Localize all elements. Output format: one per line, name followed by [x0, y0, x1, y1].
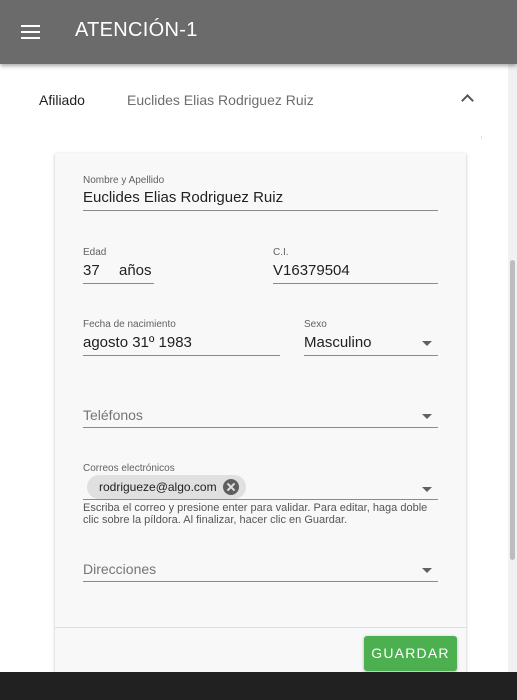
edad-underline	[83, 283, 154, 284]
sexo-value: Masculino	[304, 334, 372, 351]
main-content: Afiliado Euclides Elias Rodriguez Ruiz N…	[0, 64, 517, 672]
cancel-icon[interactable]	[223, 479, 239, 495]
sexo-underline	[304, 355, 438, 356]
arrow-drop-down-icon[interactable]	[422, 414, 432, 419]
divider	[481, 136, 482, 139]
telefonos-select[interactable]: Teléfonos	[83, 405, 438, 428]
afiliado-form-card: Nombre y Apellido Euclides Elias Rodrigu…	[55, 153, 466, 672]
arrow-drop-down-icon[interactable]	[422, 568, 432, 573]
nombre-underline	[83, 210, 438, 211]
direcciones-placeholder: Direcciones	[83, 561, 157, 577]
arrow-drop-down-icon[interactable]	[422, 341, 432, 346]
telefonos-underline	[83, 427, 438, 428]
ci-field[interactable]: C.I. V16379504	[273, 247, 438, 284]
edad-suffix: años	[119, 262, 152, 279]
app-toolbar: ATENCIÓN-1	[0, 0, 517, 64]
fecha-label: Fecha de nacimiento	[83, 319, 176, 330]
arrow-drop-down-icon[interactable]	[422, 487, 432, 492]
fecha-underline	[83, 355, 280, 356]
ci-label: C.I.	[273, 247, 289, 258]
nombre-input[interactable]: Euclides Elias Rodriguez Ruiz	[83, 189, 283, 206]
chevron-up-icon[interactable]	[461, 94, 474, 107]
sexo-label: Sexo	[304, 319, 327, 330]
correos-hint: Escriba el correo y presione enter para …	[83, 502, 428, 526]
actions-divider	[55, 627, 466, 628]
scrollbar[interactable]	[508, 64, 517, 672]
direcciones-select[interactable]: Direcciones	[83, 559, 438, 582]
menu-icon[interactable]	[21, 25, 40, 39]
direcciones-underline	[83, 581, 438, 582]
edad-field[interactable]: Edad 37 años	[83, 247, 154, 284]
bottom-bar	[0, 672, 517, 700]
edad-input[interactable]: 37	[83, 262, 100, 279]
nombre-field[interactable]: Nombre y Apellido Euclides Elias Rodrigu…	[83, 175, 438, 211]
afiliado-panel-header[interactable]: Afiliado Euclides Elias Rodriguez Ruiz	[0, 64, 505, 136]
ci-input[interactable]: V16379504	[273, 262, 350, 279]
fecha-input[interactable]: agosto 31º 1983	[83, 334, 192, 351]
scrollbar-thumb[interactable]	[510, 260, 515, 560]
email-chip-label: rodrigueze@algo.com	[99, 480, 217, 494]
correos-field[interactable]: Correos electrónicos rodrigueze@algo.com	[83, 463, 438, 500]
correos-label: Correos electrónicos	[83, 463, 175, 474]
email-chip[interactable]: rodrigueze@algo.com	[87, 475, 246, 499]
fecha-nacimiento-field[interactable]: Fecha de nacimiento agosto 31º 1983	[83, 319, 280, 356]
app-title: ATENCIÓN-1	[75, 19, 198, 41]
panel-label: Afiliado	[39, 92, 85, 108]
panel-value: Euclides Elias Rodriguez Ruiz	[127, 92, 314, 108]
correos-underline	[83, 499, 438, 500]
save-button[interactable]: GUARDAR	[364, 636, 457, 671]
sexo-select[interactable]: Sexo Masculino	[304, 319, 438, 356]
telefonos-placeholder: Teléfonos	[83, 407, 143, 423]
nombre-label: Nombre y Apellido	[83, 175, 165, 186]
ci-underline	[273, 283, 438, 284]
edad-label: Edad	[83, 247, 107, 258]
